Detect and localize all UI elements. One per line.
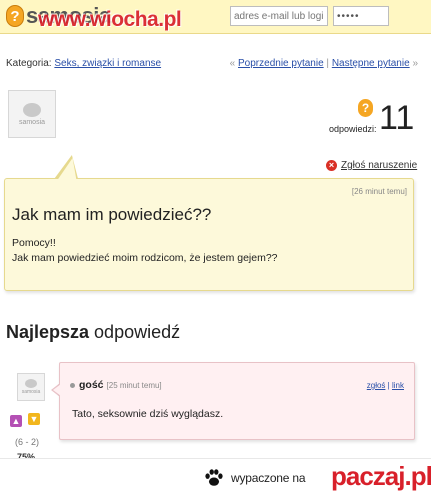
logo-question-icon: ?	[6, 5, 24, 27]
question-nav: « Poprzednie pytanie | Następne pytanie …	[230, 58, 418, 69]
answer-box: gość [25 minut temu] zgłoś | link Tato, …	[59, 362, 415, 440]
answer-text: Tato, seksownie dziś wyglądasz.	[72, 408, 224, 420]
thumbs-down-icon[interactable]: ▼	[28, 413, 40, 425]
report-link[interactable]: Zgłoś naruszenie	[341, 160, 417, 171]
answers-count: 11	[379, 99, 415, 137]
question-body-line: Jak mam powiedzieć moim rodzicom, że jes…	[12, 252, 278, 264]
question-body: Pomocy!! Jak mam powiedzieć moim rodzico…	[12, 236, 278, 266]
answer-time: [25 minut temu]	[106, 381, 162, 390]
answer-author-row: gość [25 minut temu]	[70, 379, 162, 391]
answer-avatar[interactable]: samosia	[17, 373, 45, 401]
paw-icon	[205, 469, 223, 486]
answer-actions: zgłoś | link	[367, 381, 404, 390]
watermark: www.wiocha.pl	[38, 8, 182, 31]
category-row: Kategoria: Seks, związki i romanse	[6, 58, 161, 69]
category-label: Kategoria:	[6, 58, 52, 69]
best-answer-heading-bold: Najlepsza	[6, 322, 90, 342]
report-icon: ×	[326, 160, 337, 171]
avatar-bubble-icon	[23, 102, 41, 117]
question-body-line: Pomocy!!	[12, 237, 56, 249]
question-title: Jak mam im powiedzieć??	[12, 205, 212, 224]
login-email-input[interactable]	[230, 6, 328, 26]
asker-avatar[interactable]: samosia	[8, 90, 56, 138]
best-answer-heading-rest: odpowiedź	[89, 322, 181, 342]
category-link[interactable]: Seks, związki i romanse	[54, 58, 161, 69]
answers-label: odpowiedzi:	[329, 124, 377, 134]
report-question[interactable]: × Zgłoś naruszenie	[326, 160, 417, 171]
avatar-label: samosia	[21, 389, 41, 395]
author-bullet-icon	[70, 383, 75, 388]
answer-author[interactable]: gość	[79, 379, 104, 391]
thumbs-up-icon[interactable]: ▲	[10, 415, 22, 427]
login-password-input[interactable]	[333, 6, 389, 26]
footer-text: wypaczone na	[231, 471, 306, 485]
avatar-label: samosia	[18, 118, 46, 126]
nav-separator: |	[326, 58, 330, 69]
answers-question-icon: ?	[358, 99, 373, 117]
nav-left-arrow: «	[229, 58, 236, 69]
prev-question-link[interactable]: Poprzednie pytanie	[238, 58, 324, 69]
question-box: [26 minut temu] Jak mam im powiedzieć?? …	[4, 178, 414, 291]
answer-permalink[interactable]: link	[392, 381, 404, 390]
vote-score: (6 - 2)	[15, 437, 40, 447]
footer-brand[interactable]: paczaj.pl	[331, 461, 431, 491]
nav-right-arrow: »	[412, 58, 418, 69]
answer-report-link[interactable]: zgłoś	[367, 381, 386, 390]
best-answer-heading: Najlepsza odpowiedź	[6, 322, 180, 343]
question-time: [26 minut temu]	[351, 187, 407, 196]
next-question-link[interactable]: Następne pytanie	[332, 58, 410, 69]
answer-actions-separator: |	[387, 381, 390, 390]
answer-bubble-tail-fill	[53, 384, 61, 396]
avatar-bubble-icon	[25, 379, 37, 388]
